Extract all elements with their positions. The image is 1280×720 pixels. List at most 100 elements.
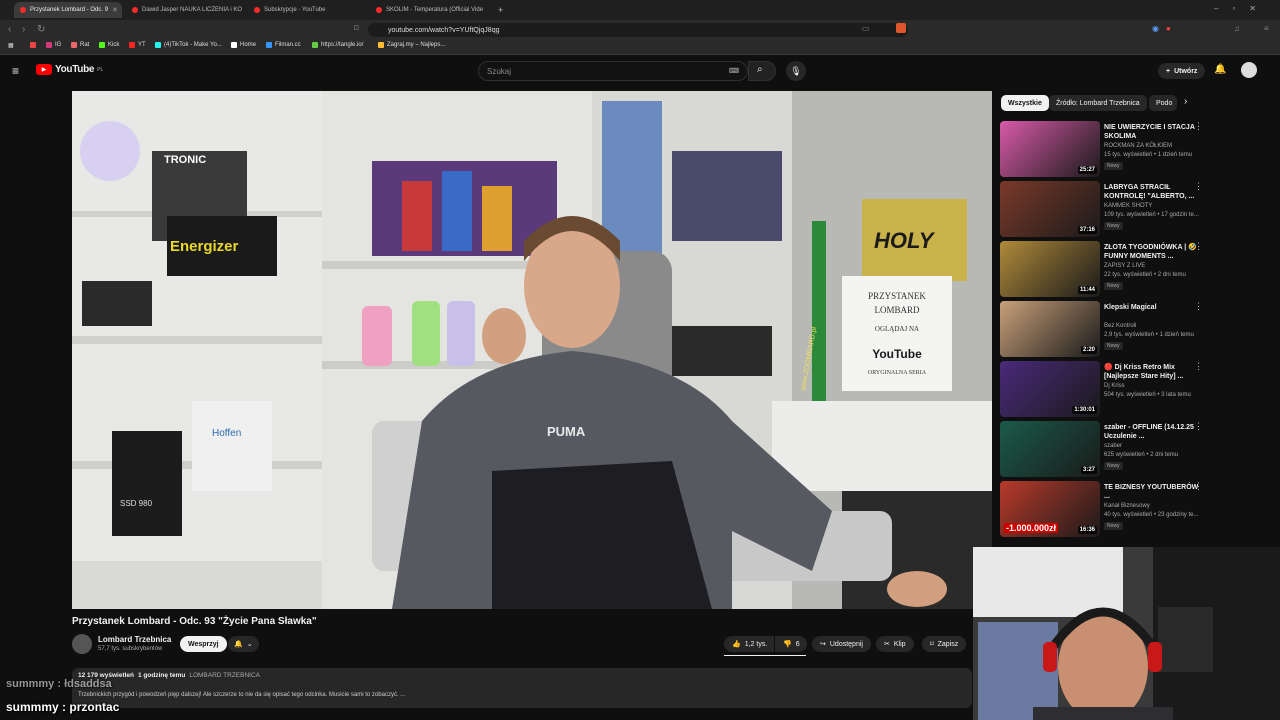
bookmark-item[interactable]: YT	[129, 42, 146, 48]
recommendation-channel[interactable]: ZAPISY Z LIVE	[1104, 263, 1145, 269]
brave-shield-icon[interactable]	[896, 23, 906, 33]
recommendation-channel[interactable]: szaber	[1104, 443, 1122, 449]
recommendation-title[interactable]: TE BIZNESY YOUTUBERÓW ...	[1104, 483, 1200, 501]
bookmark-item[interactable]: IG	[46, 42, 61, 48]
video-thumbnail[interactable]: -1.000.000zł 16:36	[1000, 481, 1100, 537]
search-input[interactable]: Szukaj ⌨	[478, 61, 748, 81]
search-button[interactable]: ⌕	[748, 61, 776, 81]
more-options-icon[interactable]: ⋮	[1194, 301, 1203, 312]
youtube-header: ≡ ▶ YouTube PL Szukaj ⌨ ⌕ 🎙 + Utwórz 🔔	[0, 55, 1280, 87]
notifications-bell-icon[interactable]: 🔔	[1214, 64, 1226, 75]
more-options-icon[interactable]: ⋮	[1194, 481, 1203, 492]
chevron-right-icon[interactable]: ›	[1184, 96, 1187, 107]
recommendation-channel[interactable]: KAMMEK SHOTY	[1104, 203, 1152, 209]
more-options-icon[interactable]: ⋮	[1194, 421, 1203, 432]
youtube-favicon-icon	[254, 7, 260, 13]
bookmark-item[interactable]: (4)TikTok - Make Yo...	[155, 42, 222, 48]
more-options-icon[interactable]: ⋮	[1194, 121, 1203, 132]
share-button[interactable]: ↪ Udostępnij	[812, 636, 871, 652]
close-tab-icon[interactable]: ✕	[112, 6, 118, 14]
recommendation-item[interactable]: -1.000.000zł 16:36 TE BIZNESY YOUTUBERÓW .…	[1000, 481, 1260, 539]
recommendation-item[interactable]: 25:27 NIE UWIERZYCIE I STACJA SKOLIMA ROCK…	[1000, 121, 1260, 179]
duration-badge: 11:44	[1077, 286, 1097, 294]
youtube-logo[interactable]: ▶ YouTube PL	[36, 64, 103, 75]
window-controls[interactable]: –▫✕	[1214, 4, 1270, 13]
video-thumbnail[interactable]: 1:30:01	[1000, 361, 1100, 417]
duration-badge: 37:16	[1077, 226, 1097, 234]
support-button[interactable]: Wesprzyj	[180, 636, 227, 652]
recommendation-channel[interactable]: ROCKMAN ZA KÓŁKIEM	[1104, 143, 1172, 149]
new-tab-button[interactable]: +	[492, 2, 508, 18]
bookmark-item[interactable]: Kick	[99, 42, 119, 48]
recommendation-meta: 504 tys. wyświetleń • 3 lata temu	[1104, 392, 1191, 398]
video-thumbnail[interactable]: 11:44	[1000, 241, 1100, 297]
browser-tab[interactable]: Dawid Jasper NAUKA LICZENIA i KO	[126, 2, 244, 18]
recommendation-title[interactable]: 🔴 Dj Kriss Retro Mix [Najlepsze Stare Hi…	[1104, 363, 1200, 381]
tiktok-icon	[155, 42, 161, 48]
recommendation-item[interactable]: 3:27 szaber - OFFLINE (14.12.25 Uczulenie…	[1000, 421, 1260, 479]
like-button[interactable]: 👍 1,2 tys.	[724, 636, 774, 652]
more-options-icon[interactable]: ⋮	[1194, 181, 1203, 192]
recommendation-item[interactable]: 37:16 LABRYGA STRACIŁ KONTROLĘ! "ALBERTO,…	[1000, 181, 1260, 239]
recommendation-title[interactable]: ZŁOTA TYGODNIÓWKA | 🤣 FUNNY MOMENTS ...	[1104, 243, 1200, 261]
description-box[interactable]: 12 179 wyświetleń 1 godzinę temu LOMBARD…	[72, 668, 972, 708]
clip-label: Klip	[893, 640, 906, 648]
video-thumbnail[interactable]: 37:16	[1000, 181, 1100, 237]
chip-all[interactable]: Wszystkie	[1001, 95, 1049, 111]
bookmark-item[interactable]: Zagraj.my – Najleps...	[378, 42, 445, 48]
recommendation-item[interactable]: 1:30:01 🔴 Dj Kriss Retro Mix [Najlepsze S…	[1000, 361, 1260, 419]
recommendation-channel[interactable]: Dj Kriss	[1104, 383, 1125, 389]
forward-icon[interactable]: ›	[22, 24, 25, 35]
music-icon[interactable]: ♫	[1234, 24, 1240, 33]
clip-button[interactable]: ✂ Klip	[876, 636, 914, 652]
bookmark-icon[interactable]: ⌑	[354, 23, 359, 34]
avatar[interactable]	[1241, 62, 1257, 78]
menu-icon[interactable]: ≡	[1264, 24, 1269, 33]
video-player[interactable]: TRONIC Energizer Hoffen SSD 980 HOLY PRZ…	[72, 91, 992, 609]
duration-badge: 3:27	[1080, 466, 1097, 474]
record-icon[interactable]: ●	[1166, 24, 1171, 33]
chat-username: summmy	[6, 700, 59, 714]
back-icon[interactable]: ‹	[8, 24, 11, 35]
recommendation-meta: 15 tys. wyświetleń • 1 dzień temu	[1104, 152, 1193, 158]
recommendation-title[interactable]: NIE UWIERZYCIE I STACJA SKOLIMA	[1104, 123, 1200, 141]
bookmark-item[interactable]	[30, 42, 36, 48]
recommendation-item[interactable]: 11:44 ZŁOTA TYGODNIÓWKA | 🤣 FUNNY MOMENTS…	[1000, 241, 1260, 299]
notifications-toggle[interactable]: 🔔 ⌄	[228, 636, 259, 652]
screen-icon[interactable]: ▭	[862, 24, 870, 33]
more-options-icon[interactable]: ⋮	[1194, 241, 1203, 252]
apps-grid-icon[interactable]: ▦	[8, 42, 14, 49]
browser-tab[interactable]: SKOLIM - Temperatura (Official Vide	[370, 2, 488, 18]
dislike-count: 6	[795, 640, 800, 648]
video-thumbnail[interactable]: 25:27	[1000, 121, 1100, 177]
video-thumbnail[interactable]: 2:20	[1000, 301, 1100, 357]
recommendation-channel[interactable]: Bez Kontroli	[1104, 323, 1136, 329]
reload-icon[interactable]: ↻	[37, 24, 45, 35]
recommendation-meta: 22 tys. wyświetleń • 2 dni temu	[1104, 272, 1186, 278]
chip-partial[interactable]: Podo	[1149, 95, 1177, 111]
video-thumbnail[interactable]: 3:27	[1000, 421, 1100, 477]
hamburger-menu-icon[interactable]: ≡	[12, 64, 19, 78]
save-button[interactable]: ⌑ Zapisz	[922, 636, 967, 652]
bookmark-item[interactable]: Rat	[71, 42, 89, 48]
more-options-icon[interactable]: ⋮	[1194, 361, 1203, 372]
browser-tab[interactable]: Subskrypcje - YouTube	[248, 2, 366, 18]
dislike-button[interactable]: 👎 6	[775, 636, 807, 652]
bookmark-item[interactable]: https://tangle.io/	[312, 42, 363, 48]
keyboard-icon[interactable]: ⌨	[729, 67, 739, 75]
bookmark-item[interactable]: Filman.cc	[266, 42, 301, 48]
browser-tab[interactable]: Przystanek Lombard - Odc. 9 ✕	[14, 2, 122, 18]
recommendation-title[interactable]: szaber - OFFLINE (14.12.25 Uczulenie ...	[1104, 423, 1200, 441]
channel-avatar[interactable]	[72, 634, 92, 654]
voice-search-button[interactable]: 🎙	[786, 61, 806, 81]
recommendation-title[interactable]: Klepski Magical	[1104, 303, 1200, 312]
recommendation-title[interactable]: LABRYGA STRACIŁ KONTROLĘ! "ALBERTO, ...	[1104, 183, 1200, 201]
bookmark-item[interactable]: Home	[231, 42, 256, 48]
recommendation-channel[interactable]: Kanał Biznesowy	[1104, 503, 1150, 509]
create-button[interactable]: + Utwórz	[1158, 63, 1206, 79]
extension-icon[interactable]: ◉	[1152, 24, 1159, 33]
address-bar[interactable]: youtube.com/watch?v=YUftQjqJ8qg	[368, 23, 908, 37]
chip-source[interactable]: Źródło: Lombard Trzebnica	[1049, 95, 1147, 111]
channel-name[interactable]: Lombard Trzebnica	[98, 635, 171, 644]
recommendation-item[interactable]: 2:20 Klepski Magical Bez Kontroli 2,9 tys. …	[1000, 301, 1260, 359]
